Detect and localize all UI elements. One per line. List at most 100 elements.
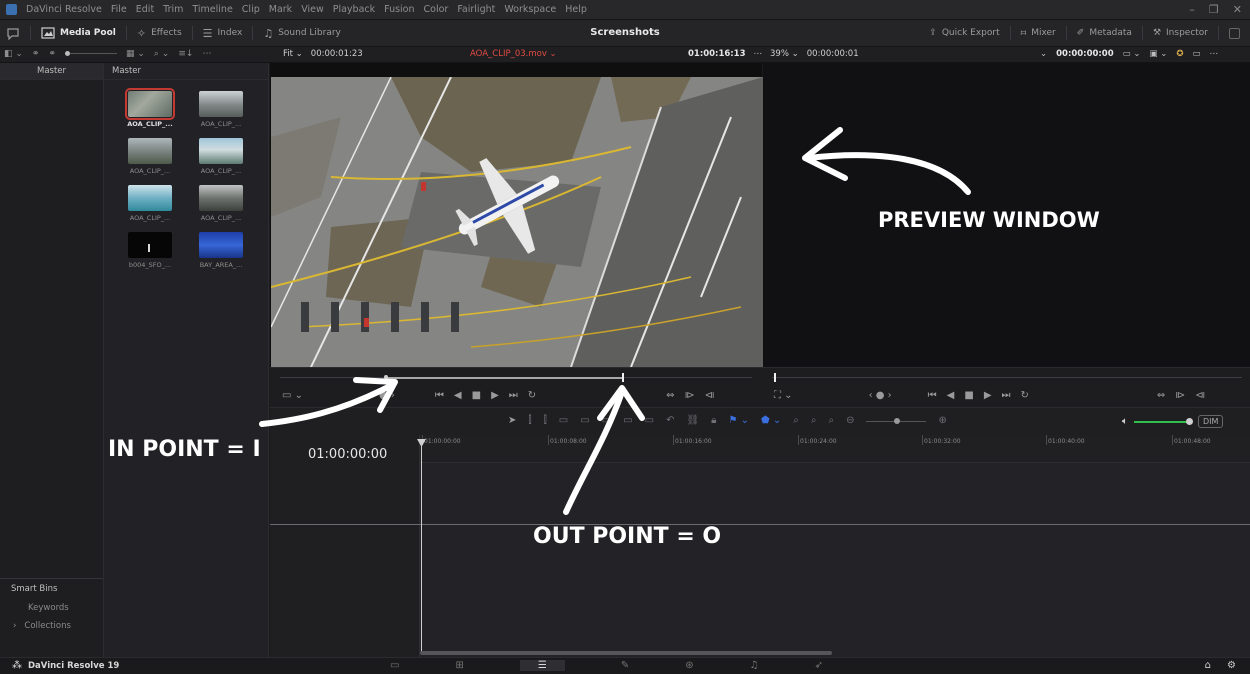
- expand-icon[interactable]: [1229, 27, 1240, 39]
- menu-workspace[interactable]: Workspace: [504, 4, 556, 15]
- menu-view[interactable]: View: [301, 4, 324, 15]
- more-icon[interactable]: ⋯: [202, 49, 211, 59]
- timeline-panel[interactable]: 01:00:00:00 01:00:00:00 01:00:08:00 01:0…: [270, 435, 1250, 657]
- home-icon[interactable]: ⌂: [1205, 660, 1211, 671]
- media-clip[interactable]: AOA_CLIP_...: [195, 185, 247, 222]
- video-track-area[interactable]: [420, 463, 1250, 523]
- mixer-button[interactable]: ⧦ Mixer: [1021, 28, 1056, 38]
- jog-icon[interactable]: ● ›: [379, 390, 395, 401]
- source-scrub-bar[interactable]: [280, 373, 752, 382]
- media-pool-button[interactable]: Media Pool: [41, 27, 116, 39]
- match-frame-icon[interactable]: ⇔: [666, 390, 674, 401]
- skip-end-icon[interactable]: ⏭: [1002, 390, 1011, 401]
- thumbnail-size-slider[interactable]: [65, 49, 117, 59]
- link-icon[interactable]: ⚭: [32, 49, 40, 59]
- timeline-ruler[interactable]: 01:00:00:00 01:00:08:00 01:00:16:00 01:0…: [420, 435, 1250, 463]
- sound-library-button[interactable]: ♫ Sound Library: [263, 27, 341, 40]
- menu-app[interactable]: DaVinci Resolve: [26, 4, 102, 15]
- viewer-mode-icon[interactable]: ⛶ ⌄: [774, 390, 793, 401]
- loop-icon[interactable]: ↻: [528, 390, 536, 401]
- zoom-detail-icon[interactable]: ⌕: [811, 415, 817, 426]
- source-options-icon[interactable]: ⋯: [754, 49, 763, 59]
- dim-button[interactable]: DIM: [1198, 415, 1224, 428]
- panel-layout-icon[interactable]: ◧ ⌄: [4, 49, 23, 59]
- media-clip[interactable]: AOA_CLIP_...: [124, 185, 176, 222]
- effects-button[interactable]: ✧ Effects: [137, 27, 182, 40]
- restore-icon[interactable]: ❐: [1209, 3, 1219, 16]
- playhead[interactable]: [421, 439, 422, 653]
- jog-icon[interactable]: ‹ ● ›: [869, 390, 892, 401]
- sidebar-toggle-icon[interactable]: [6, 27, 20, 40]
- bin-master-header[interactable]: Master: [0, 63, 103, 80]
- play-reverse-icon[interactable]: ◀: [947, 390, 955, 401]
- speaker-icon[interactable]: 🔈︎: [1122, 416, 1128, 427]
- media-clip[interactable]: AOA_CLIP_...: [195, 91, 247, 128]
- menu-trim[interactable]: Trim: [163, 4, 183, 15]
- loop-icon[interactable]: ↻: [1021, 390, 1029, 401]
- media-clip[interactable]: AOA_CLIP_...: [124, 138, 176, 175]
- smart-bin-collections[interactable]: › Collections: [13, 621, 71, 631]
- play-icon[interactable]: ▶: [491, 390, 499, 401]
- menu-mark[interactable]: Mark: [269, 4, 292, 15]
- mark-in-icon[interactable]: ⧐: [685, 390, 695, 401]
- color-icon[interactable]: ✪: [1176, 49, 1183, 59]
- playhead-marker[interactable]: [774, 373, 776, 382]
- snapping-icon[interactable]: ↶: [666, 415, 674, 426]
- menu-playback[interactable]: Playback: [333, 4, 375, 15]
- marker-icon[interactable]: ⬟ ⌄: [761, 415, 781, 426]
- selection-tool-icon[interactable]: ➤: [508, 415, 516, 426]
- horizontal-scrollbar[interactable]: [420, 651, 832, 655]
- lock-icon[interactable]: 🔒︎: [711, 415, 716, 426]
- menu-file[interactable]: File: [111, 4, 127, 15]
- mark-out-icon[interactable]: ⧏: [1195, 390, 1205, 401]
- inspector-button[interactable]: ⚒ Inspector: [1153, 28, 1208, 38]
- flag-icon[interactable]: ⚑ ⌄: [728, 415, 749, 426]
- volume-slider[interactable]: [1134, 417, 1193, 426]
- minimize-icon[interactable]: –: [1189, 3, 1195, 16]
- quick-export-button[interactable]: ⇪ Quick Export: [929, 28, 999, 38]
- zoom-in-icon[interactable]: ⊕: [938, 415, 946, 426]
- cut-page-icon[interactable]: ⊞: [455, 660, 463, 671]
- smart-bin-keywords[interactable]: Keywords: [28, 603, 69, 613]
- skip-end-icon[interactable]: ⏭: [509, 390, 518, 401]
- close-icon[interactable]: ✕: [1233, 3, 1242, 16]
- blade-tool-icon[interactable]: ⫿: [544, 415, 547, 426]
- timeline-dropdown-icon[interactable]: ⌄: [1040, 49, 1047, 59]
- fusion-page-icon[interactable]: ✎: [621, 660, 629, 671]
- search-icon[interactable]: ⌕ ⌄: [154, 49, 169, 59]
- source-viewer[interactable]: [270, 63, 763, 367]
- viewer-more-icon[interactable]: ⋯: [1210, 49, 1219, 59]
- insert-clip-icon[interactable]: ▭: [559, 415, 568, 426]
- menu-clip[interactable]: Clip: [242, 4, 260, 15]
- fullscreen-icon[interactable]: ▭: [1192, 49, 1200, 59]
- fit-dropdown[interactable]: Fit ⌄: [283, 49, 303, 59]
- timeline-zoom-slider[interactable]: [866, 417, 927, 425]
- trim-tool-icon[interactable]: ⫿: [528, 415, 531, 426]
- zoom-out-icon[interactable]: ⊖: [846, 415, 854, 426]
- menu-edit[interactable]: Edit: [136, 4, 154, 15]
- in-point-marker[interactable]: [384, 375, 388, 379]
- viewer-mode-icon[interactable]: ▭ ⌄: [1123, 49, 1141, 59]
- deliver-page-icon[interactable]: ➶: [815, 660, 823, 671]
- clip-name-dropdown[interactable]: AOA_CLIP_03.mov ⌄: [470, 49, 557, 59]
- media-clip[interactable]: AOA_CLIP_...: [124, 88, 176, 128]
- metadata-button[interactable]: ✐ Metadata: [1077, 28, 1132, 38]
- media-page-icon[interactable]: ▭: [390, 660, 399, 671]
- filter-icon[interactable]: ⚭: [48, 49, 56, 59]
- zoom-full-icon[interactable]: ⌕: [793, 415, 799, 426]
- menu-color[interactable]: Color: [424, 4, 449, 15]
- stop-icon[interactable]: ■: [964, 390, 973, 401]
- color-page-icon[interactable]: ⊛: [685, 660, 693, 671]
- fairlight-page-icon[interactable]: ♫: [750, 660, 759, 671]
- mark-in-icon[interactable]: ⧐: [1175, 390, 1185, 401]
- play-reverse-icon[interactable]: ◀: [454, 390, 462, 401]
- stop-icon[interactable]: ■: [472, 390, 481, 401]
- append-icon[interactable]: ▭: [645, 415, 654, 426]
- match-frame-icon[interactable]: ⇔: [1157, 390, 1165, 401]
- menu-timeline[interactable]: Timeline: [192, 4, 232, 15]
- settings-gear-icon[interactable]: ⚙: [1227, 660, 1236, 671]
- play-icon[interactable]: ▶: [984, 390, 992, 401]
- linked-selection-icon[interactable]: ⛓: [686, 415, 699, 426]
- timeline-scrub-bar[interactable]: [772, 373, 1242, 382]
- zoom-dropdown[interactable]: 39% ⌄: [770, 49, 799, 59]
